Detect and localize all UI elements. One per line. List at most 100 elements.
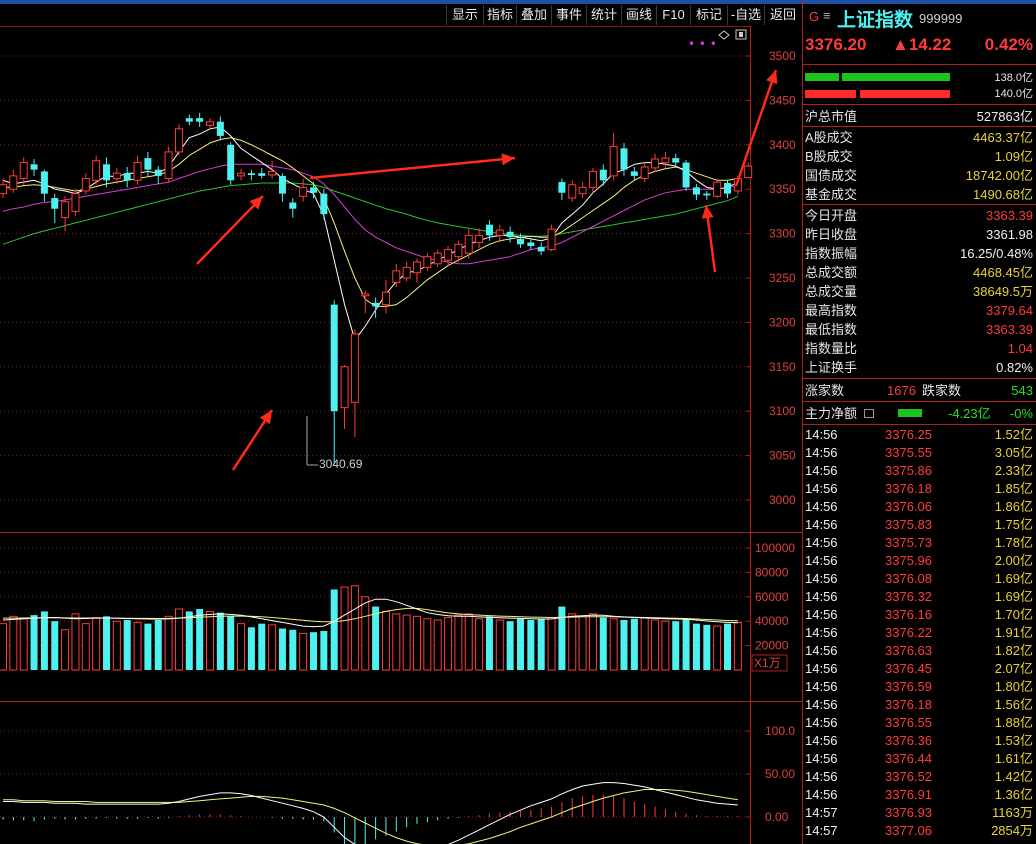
low-price-annotation: 3040.69: [306, 416, 363, 471]
volume-bar-up: [464, 613, 473, 671]
volume-bar-up: [71, 613, 80, 671]
candle-body-down: [682, 162, 690, 188]
bar2-value: 140.0亿: [994, 88, 1033, 100]
stat-value: 18742.00亿: [965, 168, 1033, 183]
volume-bar-up: [433, 619, 442, 671]
volume-bar-down: [630, 618, 638, 670]
candle-body-down: [51, 198, 59, 209]
candle-body-up: [475, 234, 484, 243]
tick-time: 14:57: [805, 823, 838, 838]
candle-body-up: [578, 186, 587, 195]
tick-row: 14:56 3376.32 1.69亿: [803, 587, 1036, 606]
candle-body-up: [588, 170, 597, 188]
tick-volume: 1.88亿: [994, 715, 1033, 730]
tick-row: 14:56 3376.18 1.85亿: [803, 479, 1036, 498]
candle-body-down: [258, 173, 266, 176]
candle-body-up: [133, 162, 142, 181]
volume-unit-label: X1万: [754, 656, 781, 670]
candle-body-down: [289, 202, 297, 209]
candle-body-up: [164, 151, 173, 180]
tick-row: 14:56 3375.73 1.78亿: [803, 533, 1036, 552]
price-line: 3376.20 ▲14.22 0.42%: [803, 33, 1036, 57]
kline-chart-area[interactable]: 3500 3450 3400 3350 3300 3250 3200 3150 3100 3050…: [0, 0, 803, 844]
volume-bar-down: [185, 611, 193, 670]
stat-row: 今日开盘 3363.39: [803, 206, 1036, 225]
volume-bar-up: [340, 586, 349, 671]
main-flow-row: 主力净额 -4.23亿 -0%: [803, 404, 1036, 423]
tick-price: 3376.18: [885, 697, 932, 712]
tick-time: 14:56: [805, 481, 838, 496]
tick-time: 14:56: [805, 661, 838, 676]
price-axis-label: 3350: [769, 182, 796, 196]
candle-body-up: [0, 184, 7, 195]
stat-label: 基金成交: [805, 187, 858, 202]
volume-bar-up: [133, 621, 142, 671]
macd-axis: 100.0 50.00 0.00: [746, 724, 795, 824]
price-axis-label: 3300: [769, 227, 796, 241]
volume-bar-up: [713, 625, 722, 671]
volume-axis-label: 100000: [755, 541, 795, 555]
volume-bar-up: [92, 617, 101, 671]
tick-volume: 1.80亿: [994, 679, 1033, 694]
volume-bar-up: [81, 623, 90, 671]
volume-bar-up: [609, 618, 618, 671]
stat-value: 4468.45亿: [973, 265, 1033, 280]
price-axis-label: 3150: [769, 360, 796, 374]
stat-value: 1490.68亿: [973, 187, 1033, 202]
candle-body-up: [744, 165, 753, 179]
tick-row: 14:57 3377.06 2854万: [803, 821, 1036, 840]
divider: [803, 378, 1036, 379]
volume-bar-down: [672, 621, 680, 670]
volume-bar-up: [402, 614, 411, 671]
volume-bar-down: [278, 628, 286, 670]
diamond-toggle-icon[interactable]: [718, 30, 730, 40]
price-axis-label: 3100: [769, 404, 796, 418]
stat-value: 38649.5万: [973, 284, 1033, 299]
volume-bar-down: [227, 616, 235, 670]
tick-volume: 1.85亿: [994, 481, 1033, 496]
index-code: 999999: [919, 11, 963, 26]
tick-row: 14:56 3376.45 2.07亿: [803, 659, 1036, 678]
volume-bar-up: [299, 632, 308, 671]
stat-label: 总成交量: [805, 284, 858, 299]
volume-bar-down: [30, 615, 38, 670]
tick-time: 14:56: [805, 589, 838, 604]
volume-bar-down: [51, 621, 59, 670]
candle-body-down: [227, 144, 235, 181]
volume-bar-down: [103, 616, 110, 670]
stat-row: 指数量比 1.04: [803, 339, 1036, 358]
tick-price: 3376.32: [885, 589, 932, 604]
candle-body-down: [216, 121, 224, 136]
candle-body-down: [123, 173, 131, 181]
tick-row: 14:56 3376.44 1.61亿: [803, 749, 1036, 768]
tick-row: 14:56 3376.63 1.82亿: [803, 641, 1036, 660]
tick-price: 3375.86: [885, 463, 932, 478]
tick-volume: 2.07亿: [994, 661, 1033, 676]
group-g-label[interactable]: G: [809, 9, 819, 24]
tick-row: 14:56 3376.06 1.86亿: [803, 497, 1036, 516]
stat-row: 昨日收盘 3361.98: [803, 225, 1036, 244]
stat-row: 上证换手 0.82%: [803, 358, 1036, 377]
volume-bar-up: [444, 617, 453, 671]
tick-volume: 1.53亿: [994, 733, 1033, 748]
stat-value: 4463.37亿: [973, 130, 1033, 145]
quote-panel: G ≡ 上证指数 999999 3376.20 ▲14.22 0.42% 138…: [803, 0, 1036, 844]
tick-row: 14:56 3375.86 2.33亿: [803, 461, 1036, 480]
volume-bar-down: [330, 589, 338, 670]
more-dots-icon[interactable]: • • •: [688, 37, 717, 51]
tick-time: 14:56: [805, 499, 838, 514]
price-axis-label: 3450: [769, 93, 796, 107]
candle-body-down: [320, 193, 328, 215]
volume-bar-down: [196, 609, 204, 670]
stat-row: A股成交 4463.37亿: [803, 128, 1036, 147]
candle-body-up: [206, 121, 214, 126]
volume-bar-down: [40, 611, 48, 670]
tick-row: 14:56 3375.83 1.75亿: [803, 515, 1036, 534]
volume-bar-up: [268, 624, 277, 671]
candle-body-down: [247, 173, 255, 175]
volume-bar-up: [237, 623, 246, 671]
flow-detail-icon[interactable]: [864, 409, 874, 418]
menu-icon[interactable]: ≡: [823, 8, 831, 23]
volume-bar-up: [475, 618, 484, 671]
candle-body-up: [547, 228, 556, 251]
